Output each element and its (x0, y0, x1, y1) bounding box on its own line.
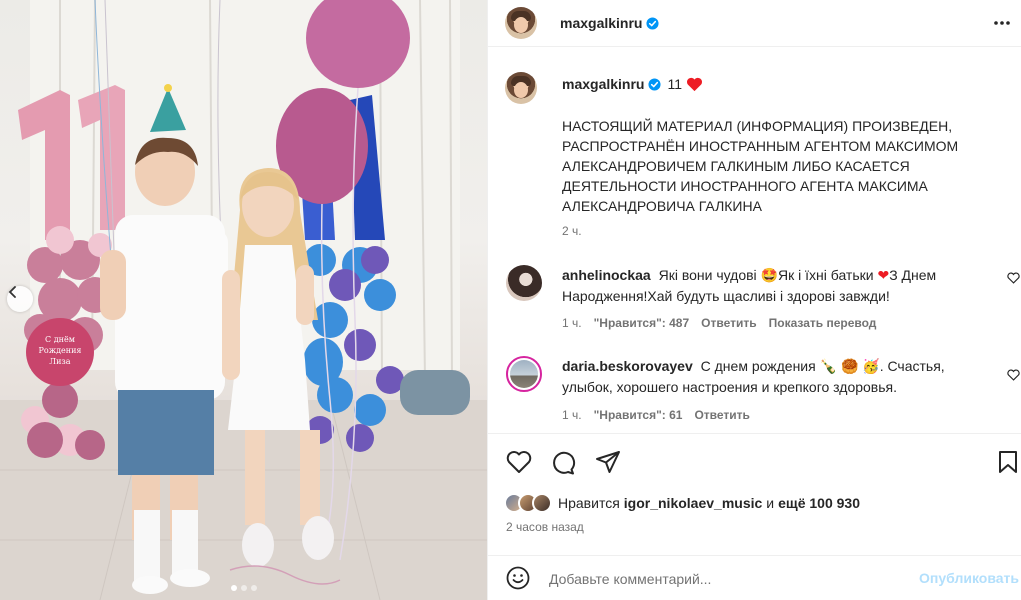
caption-username[interactable]: maxgalkinru (562, 76, 644, 92)
party-emoji-icon: 🥳 (862, 358, 880, 374)
carousel-dot[interactable] (230, 585, 237, 591)
heart-icon (1007, 272, 1020, 284)
comment-like-button[interactable] (1007, 368, 1020, 386)
photo-illustration: С днём Рождения Лиза (0, 0, 487, 600)
carousel-prev-button[interactable] (7, 286, 33, 312)
balloon-text-2: Рождения (39, 346, 82, 355)
comment-text: anhelinockaa Які вони чудові 🤩Як і їхні … (562, 265, 982, 307)
caption-author-avatar[interactable] (505, 72, 537, 104)
comment-username[interactable]: daria.beskorovayev (562, 358, 693, 374)
caption-header: maxgalkinru 11 (562, 76, 703, 92)
comment-time[interactable]: 1 ч. (562, 408, 582, 422)
caption-text: НАСТОЯЩИЙ МАТЕРИАЛ (ИНФОРМАЦИЯ) ПРОИЗВЕД… (562, 118, 959, 214)
commenter-avatar[interactable] (506, 265, 542, 301)
comment-username[interactable]: anhelinockaa (562, 267, 651, 283)
share-button[interactable] (595, 450, 621, 479)
heart-icon (1007, 369, 1020, 381)
publish-button[interactable]: Опубликовать (919, 570, 1019, 586)
comment-body-part: С днем рождения (700, 358, 816, 374)
comment-meta: 1 ч. "Нравится": 487 Ответить Показать п… (562, 316, 876, 330)
liker-username[interactable]: igor_nikolaev_music (624, 495, 763, 511)
verified-badge-icon (648, 77, 662, 91)
add-comment-bar: Опубликовать (488, 555, 1021, 600)
likes-summary[interactable]: Нравится igor_nikolaev_music и ещё 100 9… (504, 493, 860, 513)
liker-avatar (532, 493, 552, 513)
verified-badge-icon (646, 16, 660, 30)
cake-emoji-icon: 🥮 (840, 358, 859, 374)
balloon-text-3: Лиза (49, 357, 70, 366)
show-translation-button[interactable]: Показать перевод (769, 316, 877, 330)
carousel-dot[interactable] (240, 585, 247, 591)
likes-middle: и (766, 495, 775, 511)
post-header: maxgalkinru (488, 0, 1021, 47)
save-button[interactable] (997, 450, 1019, 479)
comment-button[interactable] (550, 450, 576, 481)
star-eyes-emoji-icon: 🤩 (760, 267, 778, 283)
comment-body-part: Як і їхні батьки (778, 267, 874, 283)
chevron-left-icon (8, 286, 16, 298)
heart-emoji-icon: ❤ (877, 267, 890, 283)
emoji-picker-button[interactable] (506, 566, 530, 595)
post-time[interactable]: 2 часов назад (506, 520, 584, 534)
heart-icon (506, 451, 532, 473)
comment-like-button[interactable] (1007, 271, 1020, 289)
bookmark-icon (999, 451, 1017, 473)
post-side-panel: maxgalkinru maxgalkinru 11 НАСТОЯЩИЙ МАТ… (487, 0, 1021, 600)
comment-icon (553, 451, 576, 475)
more-options-button[interactable] (992, 13, 1012, 38)
comment-input[interactable] (549, 568, 909, 590)
share-icon (596, 451, 620, 473)
author-username[interactable]: maxgalkinru (560, 15, 642, 31)
caption-time[interactable]: 2 ч. (562, 224, 582, 238)
comment-likes[interactable]: "Нравится": 61 (594, 408, 683, 422)
like-button[interactable] (506, 450, 532, 479)
smiley-icon (506, 566, 530, 590)
more-icon (994, 21, 1010, 25)
comment-likes[interactable]: "Нравится": 487 (594, 316, 690, 330)
reply-button[interactable]: Ответить (701, 316, 756, 330)
reply-button[interactable]: Ответить (694, 408, 749, 422)
carousel-dot[interactable] (250, 585, 257, 591)
comment-text: daria.beskorovayev С днем рождения 🍾 🥮 🥳… (562, 356, 982, 398)
likes-prefix: Нравится (558, 495, 620, 511)
heart-emoji-icon (687, 77, 703, 91)
likes-count[interactable]: ещё 100 930 (778, 495, 860, 511)
balloon-text-1: С днём (45, 335, 75, 344)
comment-body-part: Які вони чудові (658, 267, 757, 283)
commenter-avatar[interactable] (506, 356, 542, 392)
post-photo[interactable]: С днём Рождения Лиза (0, 0, 487, 600)
caption-suffix: 11 (667, 76, 683, 92)
author-avatar[interactable] (505, 7, 537, 39)
champagne-emoji-icon: 🍾 (819, 358, 838, 374)
comment-time[interactable]: 1 ч. (562, 316, 582, 330)
likers-avatars (504, 493, 552, 513)
comment-meta: 1 ч. "Нравится": 61 Ответить (562, 408, 750, 422)
carousel-dots (0, 585, 487, 591)
